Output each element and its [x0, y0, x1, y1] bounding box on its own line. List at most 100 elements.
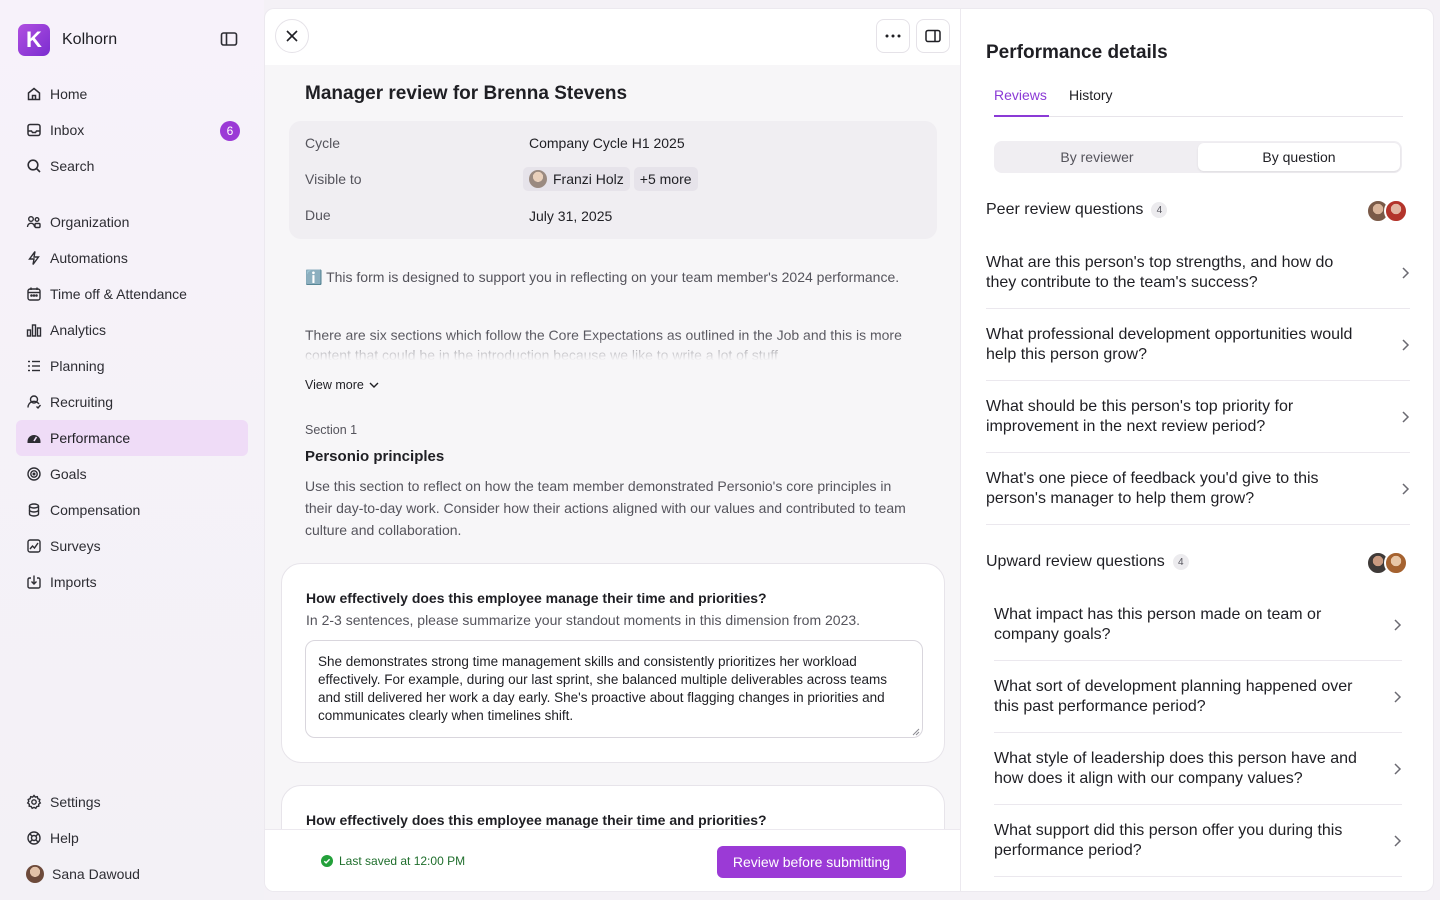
view-more-link[interactable]: View more: [305, 378, 379, 392]
sidebar-toggle-icon[interactable]: [220, 31, 238, 47]
visible-to-list: Franzi Holz +5 more: [523, 167, 702, 191]
sidebar-item-search[interactable]: Search: [16, 148, 248, 184]
intro-text: ℹ️ This form is designed to support you …: [305, 267, 915, 287]
inbox-count-badge: 6: [220, 121, 240, 141]
sidebar-item-help[interactable]: Help: [16, 820, 248, 856]
by-reviewer-toggle[interactable]: By reviewer: [996, 143, 1198, 171]
question-row[interactable]: What's one piece of feedback you'd give …: [986, 453, 1410, 525]
review-before-submitting-button[interactable]: Review before submitting: [717, 846, 906, 878]
side-panel-icon: [925, 29, 941, 43]
question-row[interactable]: What professional development opportunit…: [986, 309, 1410, 381]
nav-modules: Organization Automations Time off & Atte…: [16, 204, 248, 600]
close-button[interactable]: [275, 19, 309, 53]
save-status: Last saved at 12:00 PM: [321, 854, 465, 868]
check-circle-icon: [321, 855, 333, 867]
sidebar-item-surveys[interactable]: Surveys: [16, 528, 248, 564]
intro-more-text: There are six sections which follow the …: [305, 325, 915, 365]
question-text: What are this person's top strengths, an…: [986, 253, 1334, 291]
chevron-right-icon: [1394, 618, 1402, 631]
tab-history[interactable]: History: [1069, 87, 1113, 117]
app-name: Kolhorn: [62, 31, 118, 48]
question-title: How effectively does this employee manag…: [306, 590, 767, 606]
sidebar-item-goals[interactable]: Goals: [16, 456, 248, 492]
cycle-label: Cycle: [305, 135, 341, 151]
sidebar-item-analytics[interactable]: Analytics: [16, 312, 248, 348]
question-row[interactable]: What are this person's top strengths, an…: [986, 237, 1410, 309]
intro-text-body: This form is designed to support you in …: [326, 269, 900, 285]
form-footer: Last saved at 12:00 PM Review before sub…: [265, 829, 960, 891]
calendar-icon: [27, 287, 41, 301]
question-count-badge: 4: [1172, 554, 1189, 570]
reviewer-avatars[interactable]: [1366, 199, 1410, 223]
inbox-icon: [27, 123, 41, 137]
user-menu[interactable]: Sana Dawoud: [16, 856, 248, 892]
avatar: [529, 170, 547, 188]
sidebar-item-planning[interactable]: Planning: [16, 348, 248, 384]
question-card: How effectively does this employee manag…: [281, 563, 945, 763]
nav-bottom: Settings Help Sana Dawoud: [16, 784, 248, 892]
sidebar-item-label: Analytics: [50, 322, 107, 338]
reviewer-avatars[interactable]: [1366, 551, 1410, 575]
question-text: What impact has this person made on team…: [994, 605, 1322, 643]
survey-icon: [27, 539, 41, 553]
sidebar-item-label: Home: [50, 86, 88, 102]
save-status-text: Last saved at 12:00 PM: [339, 854, 466, 868]
chevron-right-icon: [1402, 266, 1410, 279]
sidebar-item-label: Help: [50, 830, 79, 846]
by-question-toggle[interactable]: By question: [1198, 143, 1400, 171]
more-horizontal-icon: [885, 34, 901, 38]
performance-details-panel: Performance details Reviews History By r…: [960, 8, 1434, 892]
sidebar-item-compensation[interactable]: Compensation: [16, 492, 248, 528]
sidebar-item-label: Planning: [50, 358, 105, 374]
question-text: What sort of development planning happen…: [994, 677, 1353, 715]
organization-icon: [26, 216, 41, 229]
due-value: July 31, 2025: [529, 208, 613, 224]
sidebar-item-label: Compensation: [50, 502, 141, 518]
brand[interactable]: K Kolhorn: [18, 24, 117, 56]
app-logo: K: [18, 24, 50, 56]
chevron-right-icon: [1394, 762, 1402, 775]
avatar: [26, 865, 44, 883]
chevron-down-icon: [369, 382, 379, 388]
toggle-panel-button[interactable]: [916, 19, 950, 53]
sidebar-item-home[interactable]: Home: [16, 76, 248, 112]
close-icon: [286, 30, 298, 42]
sidebar-item-recruiting[interactable]: Recruiting: [16, 384, 248, 420]
section-label: Section 1: [305, 423, 358, 437]
question-row[interactable]: What style of leadership does this perso…: [994, 733, 1402, 805]
sidebar-item-organization[interactable]: Organization: [16, 204, 248, 240]
sidebar-item-imports[interactable]: Imports: [16, 564, 248, 600]
question-text: What support did this person offer you d…: [994, 821, 1343, 859]
sidebar-item-label: Organization: [50, 214, 130, 230]
answer-textarea[interactable]: She demonstrates strong time management …: [305, 640, 923, 738]
peer-review-group-title: Peer review questions 4: [986, 201, 1168, 219]
visible-label: Visible to: [305, 171, 362, 187]
question-row[interactable]: What should be this person's top priorit…: [986, 381, 1410, 453]
group-title-text: Upward review questions: [986, 553, 1165, 570]
question-row[interactable]: What sort of development planning happen…: [994, 661, 1402, 733]
question-count-badge: 4: [1151, 202, 1168, 218]
avatar: [1384, 551, 1408, 575]
person-chip[interactable]: Franzi Holz: [523, 167, 630, 191]
more-people-chip[interactable]: +5 more: [633, 167, 698, 191]
sidebar-item-inbox[interactable]: Inbox 6: [16, 112, 248, 148]
person-name: Franzi Holz: [553, 171, 624, 187]
sidebar-item-automations[interactable]: Automations: [16, 240, 248, 276]
sidebar-item-performance[interactable]: Performance: [16, 420, 248, 456]
question-row[interactable]: What support did this person offer you d…: [994, 805, 1402, 877]
target-icon: [27, 467, 41, 481]
sidebar-item-settings[interactable]: Settings: [16, 784, 248, 820]
more-options-button[interactable]: [876, 19, 910, 53]
nav-top: Home Inbox 6 Search: [16, 76, 248, 184]
chevron-right-icon: [1394, 834, 1402, 847]
coins-icon: [28, 503, 40, 517]
tab-reviews[interactable]: Reviews: [994, 87, 1049, 117]
question-row[interactable]: What impact has this person made on team…: [994, 589, 1402, 661]
lightning-icon: [28, 251, 40, 265]
question-subtitle: In 2-3 sentences, please summarize your …: [306, 612, 861, 628]
bar-chart-icon: [26, 324, 42, 337]
sidebar-item-time-off[interactable]: Time off & Attendance: [16, 276, 248, 312]
section-description: Use this section to reflect on how the t…: [305, 478, 906, 538]
gear-icon: [26, 794, 42, 810]
resize-handle-icon[interactable]: [912, 728, 920, 736]
